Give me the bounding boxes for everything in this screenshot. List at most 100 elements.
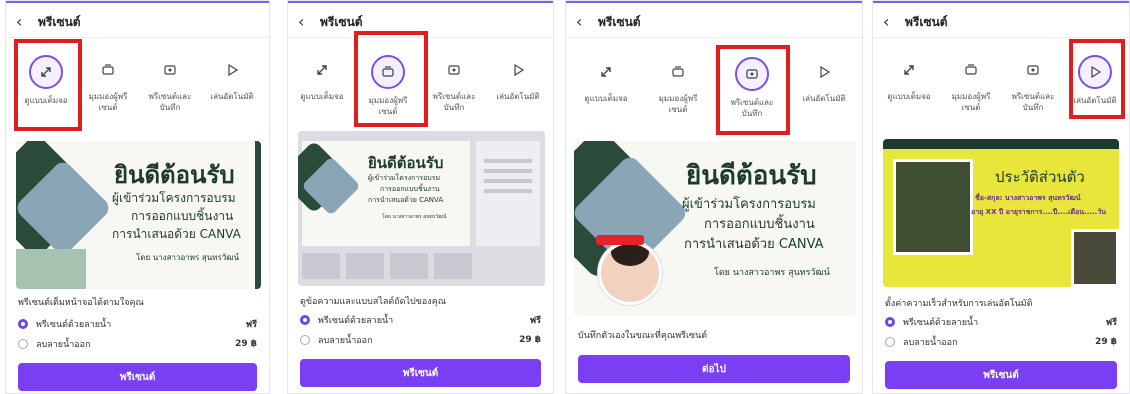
watermark-option[interactable]: พรีเซนต์ด้วยลายน้ำ ฟรี: [885, 313, 1117, 331]
back-arrow-icon[interactable]: ‹: [883, 7, 897, 37]
option-fullscreen[interactable]: ดูแบบเต็มจอ: [292, 47, 352, 102]
option-label: เล่นอัตโนมัติ: [496, 92, 540, 101]
slide-line2: การออกแบบชิ้นงาน: [380, 185, 440, 193]
radio-selected: [300, 315, 310, 325]
panel-header: ‹ พรีเซนต์: [566, 7, 862, 38]
presenter-view-icon: [93, 55, 123, 85]
option-label: พรีเซนต์และ บันทึก: [148, 92, 192, 112]
option-present-record[interactable]: พรีเซนต์และ บันทึก: [424, 47, 484, 113]
accent-line: [288, 1, 553, 3]
option-autoplay[interactable]: เล่นอัตโนมัติ: [794, 49, 854, 104]
highlight-box: [14, 39, 82, 131]
back-arrow-icon[interactable]: ‹: [298, 7, 312, 37]
panel-title: พรีเซนต์: [598, 14, 641, 29]
presenter-view-preview: ยินดีต้อนรับ ผู้เข้าร่วมโครงการอบรม การอ…: [298, 131, 545, 286]
remove-watermark-option[interactable]: ลบลายน้ำออก 29 ฿: [300, 331, 541, 349]
option-presenter-view[interactable]: มุมมองผู้พรี เซนต์: [78, 47, 138, 113]
panel-caption: ตั้งค่าความเร็วสำหรับการเล่นอัตโนมัติ: [885, 299, 1033, 309]
option-label: เล่นอัตโนมัติ: [210, 92, 254, 101]
present-button[interactable]: พรีเซนต์: [885, 361, 1117, 389]
slide-preview-autoplay: ประวัติส่วนตัว ชื่อ-สกุล: นางสาวอาพร สุน…: [883, 139, 1119, 287]
radio-unselected: [300, 335, 310, 345]
option-label: เล่นอัตโนมัติ: [802, 94, 846, 103]
accent-line: [566, 1, 862, 3]
play-icon: [809, 57, 839, 87]
option-label: ดูแบบเต็มจอ: [584, 94, 628, 103]
present-panel-autoplay: ‹ พรีเซนต์ ดูแบบเต็มจอ มุมมองผู้พรี เซนต์…: [872, 0, 1130, 394]
present-panel-fullscreen: ‹ พรีเซนต์ ดูแบบเต็มจอ มุมมองผู้พรี เซนต์…: [5, 0, 270, 394]
present-panel-presenter-view: ‹ พรีเซนต์ ดูแบบเต็มจอ มุมมองผู้พรี เซนต์…: [287, 0, 554, 394]
recording-badge: [596, 235, 644, 245]
slide-byline: โดย นางสาวอาพร สุนทรวัฒน์: [714, 268, 830, 278]
expand-icon: [307, 55, 337, 85]
panel-header: ‹ พรีเซนต์: [873, 7, 1129, 38]
accent-line: [6, 1, 269, 3]
radio-selected: [885, 317, 895, 327]
panel-title: พรีเซนต์: [320, 14, 363, 29]
record-icon: [439, 55, 469, 85]
option-label: มุมมองผู้พรี เซนต์: [88, 92, 128, 112]
present-button[interactable]: พรีเซนต์: [18, 363, 257, 391]
radio-unselected: [18, 339, 28, 349]
remove-watermark-option[interactable]: ลบลายน้ำออก 29 ฿: [885, 333, 1117, 351]
expand-icon: [591, 57, 621, 87]
slide-preview-with-camera: ยินดีต้อนรับ ผู้เข้าร่วมโครงการอบรม การอ…: [574, 141, 856, 316]
slide-line2: อายุ XX ปี อายุราชการ....ปี....เดือน....…: [971, 208, 1107, 216]
slide-line1: ผู้เข้าร่วมโครงการอบรม: [682, 197, 816, 212]
watermark-option[interactable]: พรีเซนต์ด้วยลายน้ำ ฟรี: [18, 315, 257, 333]
slide-line2: การออกแบบชิ้นงาน: [704, 217, 815, 232]
option-label: มุมมองผู้พรี เซนต์: [951, 92, 991, 112]
option-fullscreen[interactable]: ดูแบบเต็มจอ: [576, 49, 636, 104]
slide-title: ยินดีต้อนรับ: [368, 154, 444, 172]
present-options: ดูแบบเต็มจอ มุมมองผู้พรี เซนต์ พรีเซนต์แล…: [566, 49, 862, 133]
slide-preview: ยินดีต้อนรับ ผู้เข้าร่วมโครงการอบรม การอ…: [16, 141, 261, 289]
option-label: พรีเซนต์และ บันทึก: [1011, 92, 1055, 112]
slide-title: ประวัติส่วนตัว: [995, 168, 1085, 186]
slide-title: ยินดีต้อนรับ: [686, 161, 817, 191]
option-fullscreen[interactable]: ดูแบบเต็มจอ: [879, 47, 939, 102]
slide-line3: การนำเสนอด้วย CANVA: [112, 227, 241, 241]
highlight-box: [1069, 39, 1125, 119]
option-present-record[interactable]: พรีเซนต์และ บันทึก: [140, 47, 200, 113]
panel-title: พรีเซนต์: [905, 14, 948, 29]
slide-line3: การนำเสนอด้วย CANVA: [684, 237, 824, 252]
highlight-box: [354, 31, 428, 127]
accent-line: [873, 1, 1129, 3]
record-icon: [1018, 55, 1048, 85]
panel-title: พรีเซนต์: [38, 14, 81, 29]
option-label: ดูแบบเต็มจอ: [300, 92, 344, 101]
present-button[interactable]: พรีเซนต์: [300, 359, 541, 387]
panel-caption: ดูข้อความและแบบสไลด์ถัดไปของคุณ: [300, 297, 447, 307]
option-presenter-view[interactable]: มุมมองผู้พรี เซนต์: [941, 47, 1001, 113]
option-present-record[interactable]: พรีเซนต์และ บันทึก: [1003, 47, 1063, 113]
panel-caption: พรีเซนต์เต็มหน้าจอได้ตามใจคุณ: [18, 298, 144, 308]
slide-line1: ผู้เข้าร่วมโครงการอบรม: [112, 191, 236, 205]
presenter-view-icon: [956, 55, 986, 85]
remove-watermark-option[interactable]: ลบลายน้ำออก 29 ฿: [18, 335, 257, 353]
slide-line2: การออกแบบชิ้นงาน: [131, 209, 234, 223]
camera-bubble: [598, 241, 662, 305]
option-presenter-view[interactable]: มุมมองผู้พรี เซนต์: [648, 49, 708, 115]
highlight-box: [716, 45, 790, 135]
presenter-view-icon: [663, 57, 693, 87]
back-arrow-icon[interactable]: ‹: [16, 7, 30, 37]
option-label: มุมมองผู้พรี เซนต์: [658, 94, 698, 114]
option-label: พรีเซนต์และ บันทึก: [432, 92, 476, 112]
next-button[interactable]: ต่อไป: [578, 355, 850, 383]
watermark-option[interactable]: พรีเซนต์ด้วยลายน้ำ ฟรี: [300, 311, 541, 329]
option-label: ดูแบบเต็มจอ: [887, 92, 931, 101]
slide-byline: โดย นางสาวอาพร สุนทรวัฒน์: [136, 253, 239, 262]
radio-unselected: [885, 337, 895, 347]
radio-selected: [18, 319, 28, 329]
option-autoplay[interactable]: เล่นอัตโนมัติ: [202, 47, 262, 102]
back-arrow-icon[interactable]: ‹: [576, 7, 590, 37]
expand-icon: [894, 55, 924, 85]
panel-header: ‹ พรีเซนต์: [6, 7, 269, 38]
option-autoplay[interactable]: เล่นอัตโนมัติ: [488, 47, 548, 102]
slide-line3: การนำเสนอด้วย CANVA: [368, 196, 444, 204]
play-icon: [503, 55, 533, 85]
slide-line1: ผู้เข้าร่วมโครงการอบรม: [368, 174, 441, 182]
present-panel-record: ‹ พรีเซนต์ ดูแบบเต็มจอ มุมมองผู้พรี เซนต์…: [565, 0, 863, 394]
record-icon: [155, 55, 185, 85]
panel-caption: บันทึกตัวเองในขณะที่คุณพรีเซนต์: [578, 331, 708, 341]
